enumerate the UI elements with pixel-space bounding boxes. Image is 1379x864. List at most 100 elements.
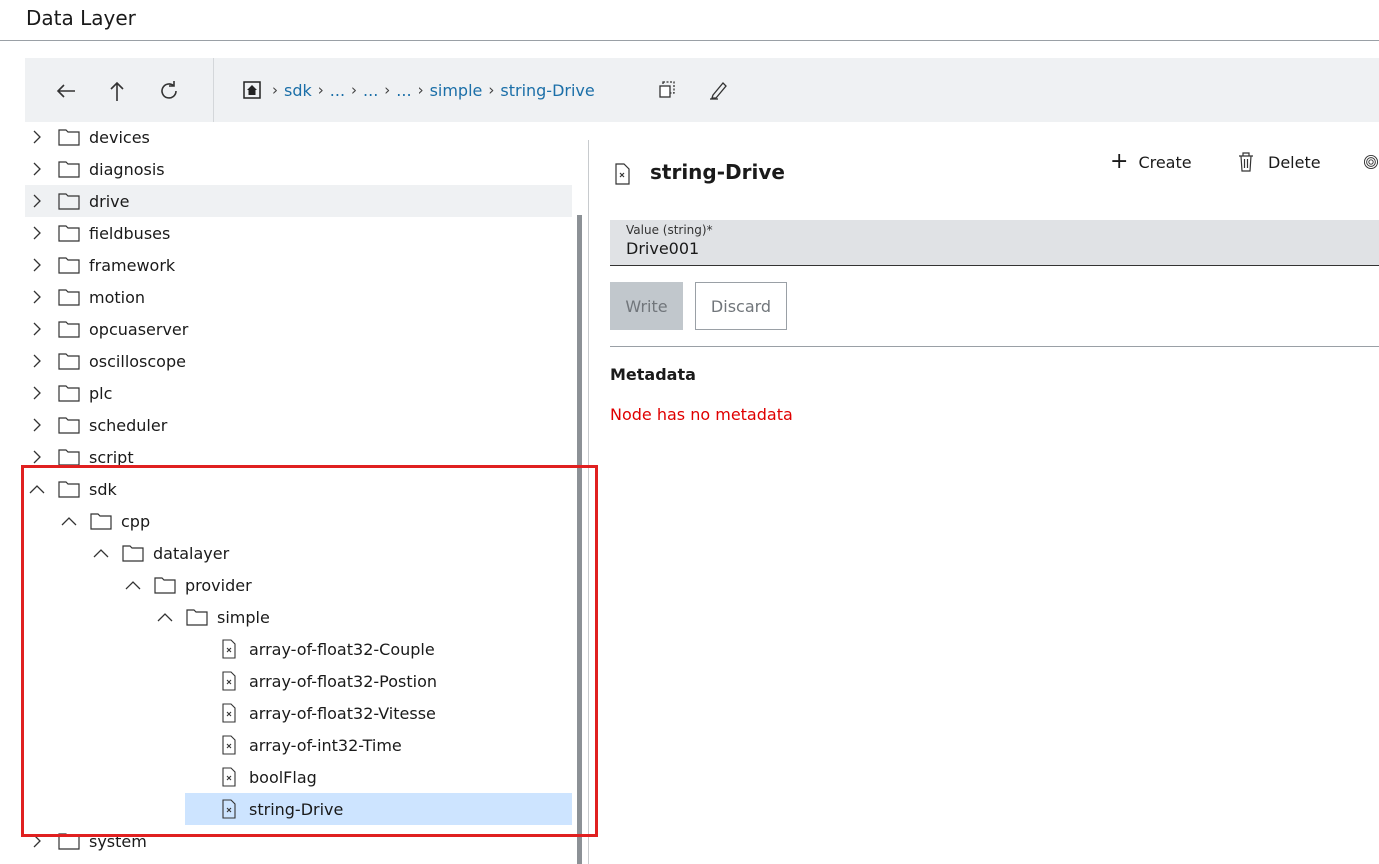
file-node-icon: [222, 735, 236, 755]
value-input[interactable]: [626, 239, 1326, 258]
panel-divider[interactable]: [588, 140, 589, 864]
tree-folder-item[interactable]: cpp: [57, 505, 572, 537]
breadcrumb-current[interactable]: string-Drive: [500, 81, 594, 100]
more-action-button[interactable]: [1363, 150, 1379, 174]
expand-toggle[interactable]: [57, 509, 81, 533]
folder-icon: [154, 577, 176, 594]
folder-icon: [58, 417, 80, 434]
tree-item-label: fieldbuses: [89, 223, 171, 243]
tree-item-label: cpp: [121, 511, 151, 531]
tree-node-item[interactable]: array-of-int32-Time: [185, 729, 572, 761]
edit-button[interactable]: [707, 78, 731, 102]
tree-item-label: plc: [89, 383, 113, 403]
back-button[interactable]: [51, 76, 81, 106]
file-node-icon: [217, 669, 241, 693]
tree-node-item[interactable]: string-Drive: [185, 793, 572, 825]
breadcrumb-home[interactable]: [242, 80, 262, 100]
tree-node-item[interactable]: boolFlag: [185, 761, 572, 793]
folder-icon: [58, 449, 80, 466]
tree-item-label: array-of-float32-Postion: [249, 671, 437, 691]
discard-button[interactable]: Discard: [695, 282, 787, 330]
file-node-icon: [222, 703, 236, 723]
chevron-right-icon: [33, 226, 41, 240]
create-button[interactable]: + Create: [1110, 150, 1192, 174]
chevron-right-icon: [33, 834, 41, 848]
tree-folder-item[interactable]: simple: [153, 601, 572, 633]
tree-item-label: diagnosis: [89, 159, 165, 179]
tree-folder-item[interactable]: provider: [121, 569, 572, 601]
folder-icon: [57, 253, 81, 277]
expand-toggle[interactable]: [25, 317, 49, 341]
expand-toggle[interactable]: [25, 349, 49, 373]
tree-folder-item[interactable]: motion: [25, 281, 572, 313]
tree-folder-item[interactable]: opcuaserver: [25, 313, 572, 345]
folder-icon: [57, 349, 81, 373]
expand-toggle[interactable]: [25, 157, 49, 181]
chevron-right-icon: [33, 194, 41, 208]
file-node-icon: [615, 163, 630, 185]
expand-toggle[interactable]: [25, 189, 49, 213]
tree-folder-item[interactable]: plc: [25, 377, 572, 409]
expand-toggle[interactable]: [25, 477, 49, 501]
tree-folder-item[interactable]: drive: [25, 185, 572, 217]
expand-toggle[interactable]: [89, 541, 113, 565]
value-field[interactable]: Value (string)*: [610, 220, 1379, 266]
expand-toggle[interactable]: [153, 605, 177, 629]
tree-folder-item[interactable]: framework: [25, 249, 572, 281]
folder-icon: [153, 573, 177, 597]
file-node-icon: [217, 765, 241, 789]
tree-node-item[interactable]: array-of-float32-Couple: [185, 633, 572, 665]
tree-item-label: opcuaserver: [89, 319, 189, 339]
tree-folder-item[interactable]: devices: [25, 122, 572, 153]
tree-folder-item[interactable]: script: [25, 441, 572, 473]
toolbar-separator: [213, 58, 214, 122]
folder-icon: [57, 317, 81, 341]
up-button[interactable]: [102, 76, 132, 106]
breadcrumb-item[interactable]: sdk: [284, 81, 312, 100]
tree-scrollbar[interactable]: [577, 215, 582, 864]
file-node-icon: [222, 671, 236, 691]
chevron-up-icon: [93, 549, 109, 558]
tree-item-label: framework: [89, 255, 176, 275]
breadcrumb-item[interactable]: ...: [363, 81, 378, 100]
expand-toggle[interactable]: [25, 285, 49, 309]
copy-button[interactable]: [655, 78, 679, 102]
expand-toggle[interactable]: [25, 381, 49, 405]
breadcrumb-item[interactable]: ...: [330, 81, 345, 100]
breadcrumb-item[interactable]: ...: [396, 81, 411, 100]
folder-icon: [58, 289, 80, 306]
tree-folder-item[interactable]: sdk: [25, 473, 572, 505]
expand-toggle[interactable]: [25, 253, 49, 277]
tree-node-item[interactable]: array-of-float32-Postion: [185, 665, 572, 697]
tree-folder-item[interactable]: scheduler: [25, 409, 572, 441]
tree-folder-item[interactable]: diagnosis: [25, 153, 572, 185]
data-layer-tree: devices diagnosis drive fieldbuses framework…: [25, 122, 575, 864]
expand-toggle[interactable]: [25, 221, 49, 245]
delete-button[interactable]: Delete: [1236, 150, 1321, 174]
folder-icon: [121, 541, 145, 565]
expand-toggle[interactable]: [25, 413, 49, 437]
write-button[interactable]: Write: [610, 282, 683, 330]
refresh-button[interactable]: [154, 76, 184, 106]
folder-icon: [57, 189, 81, 213]
tree-folder-item[interactable]: datalayer: [89, 537, 572, 569]
folder-icon: [122, 545, 144, 562]
expand-toggle[interactable]: [25, 125, 49, 149]
folder-icon: [57, 477, 81, 501]
chevron-up-icon: [61, 517, 77, 526]
file-node-icon: [222, 767, 236, 787]
folder-icon: [58, 833, 80, 850]
tree-folder-item[interactable]: fieldbuses: [25, 217, 572, 249]
expand-toggle[interactable]: [25, 445, 49, 469]
tree-folder-item[interactable]: system: [25, 825, 572, 857]
expand-toggle[interactable]: [25, 829, 49, 853]
tree-folder-item[interactable]: oscilloscope: [25, 345, 572, 377]
breadcrumb-item[interactable]: simple: [430, 81, 483, 100]
chevron-right-icon: [33, 354, 41, 368]
tree-node-item[interactable]: array-of-float32-Vitesse: [185, 697, 572, 729]
expand-toggle[interactable]: [121, 573, 145, 597]
node-icon: [610, 162, 634, 186]
page-title: Data Layer: [26, 6, 136, 30]
